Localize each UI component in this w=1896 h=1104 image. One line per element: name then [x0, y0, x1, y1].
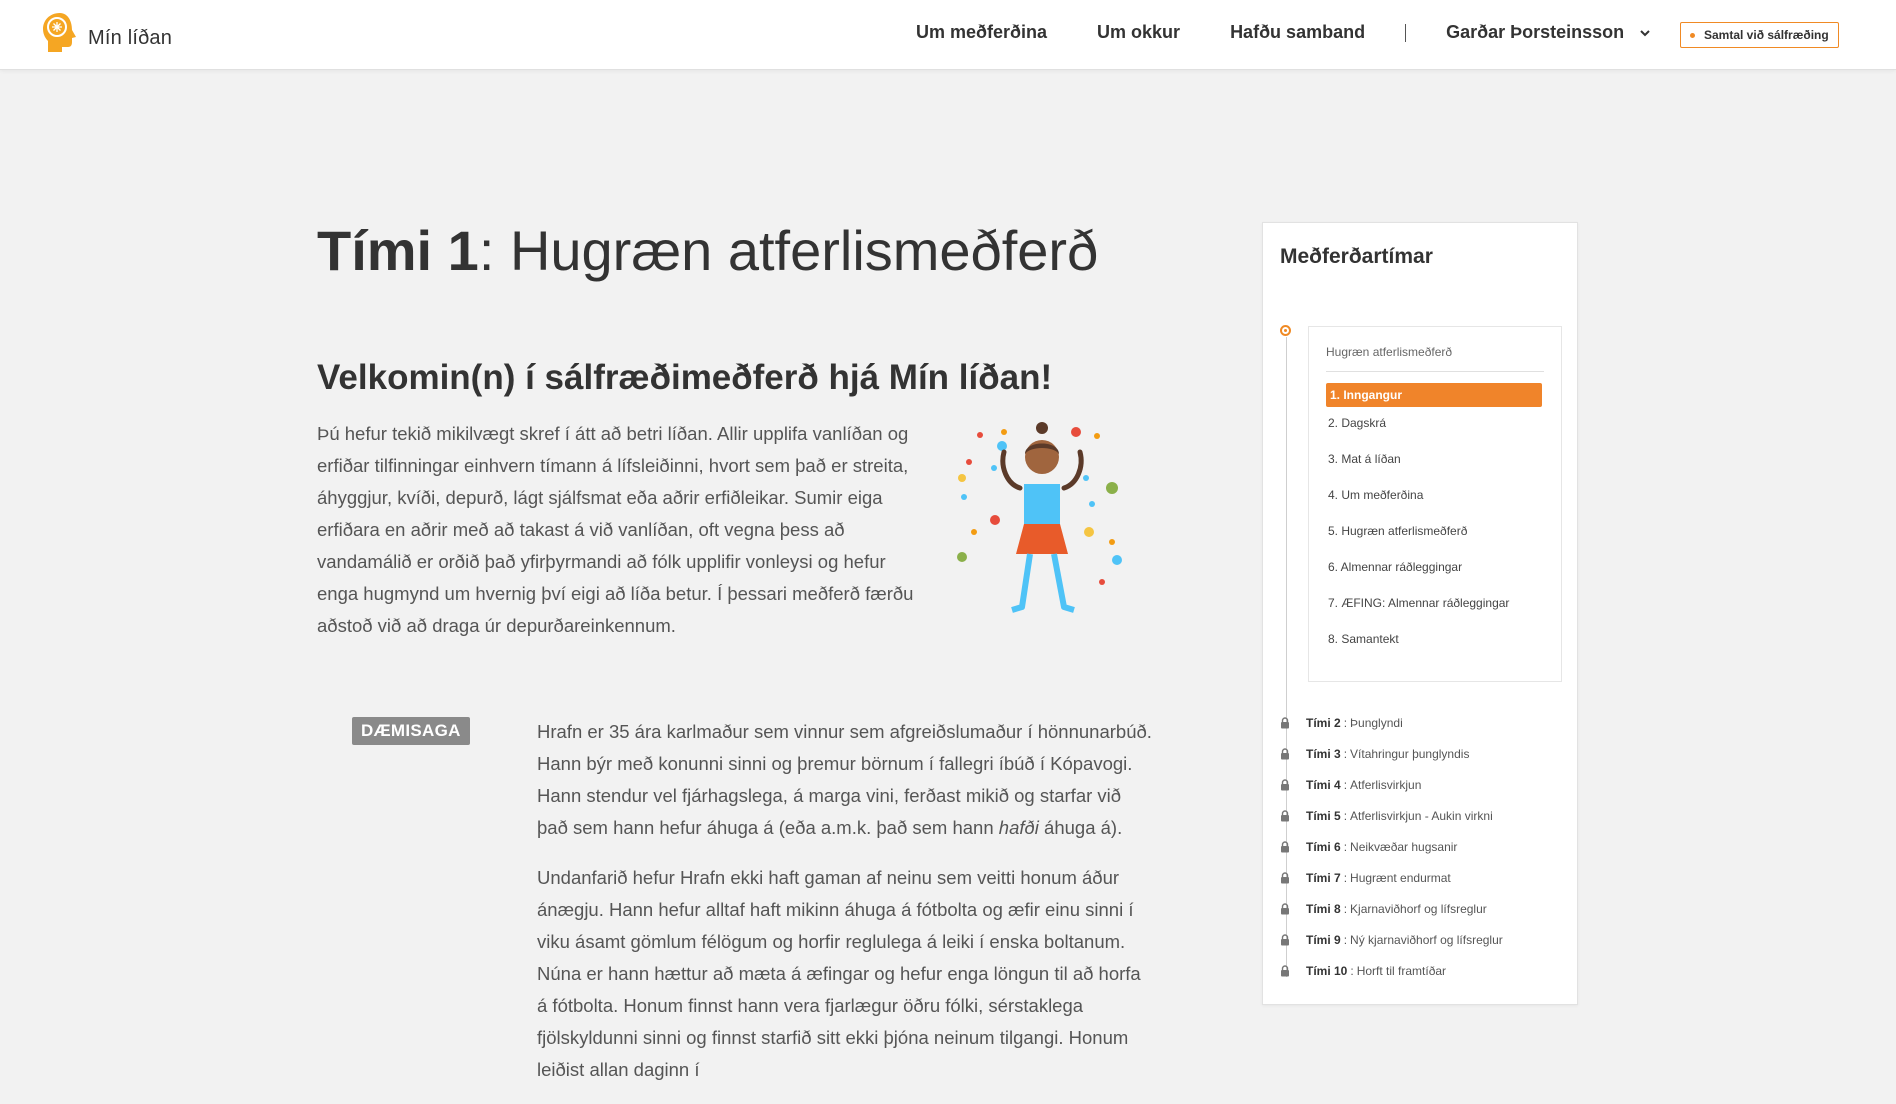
lesson-item[interactable]: 8. Samantekt [1326, 627, 1542, 651]
lock-icon [1281, 717, 1289, 729]
status-dot-icon [1690, 32, 1695, 38]
locked-session-name: Atferlisvirkjun - Aukin virkni [1350, 809, 1493, 823]
locked-session-separator: : [1343, 747, 1348, 761]
locked-session-name: Neikvæðar hugsanir [1350, 840, 1458, 854]
main-nav: Um meðferðina Um okkur Hafðu samband Gar… [916, 22, 1652, 43]
sessions-sidebar: Meðferðartímar Hugræn atferlismeðferð 1.… [1262, 222, 1578, 1005]
current-session-panel: Hugræn atferlismeðferð 1. Inngangur 2. D… [1308, 326, 1562, 682]
cta-label: Samtal við sálfræðing [1704, 28, 1829, 42]
example-story: Hrafn er 35 ára karlmaður sem vinnur sem… [537, 716, 1155, 1104]
lesson-item-active[interactable]: 1. Inngangur [1326, 383, 1542, 407]
lock-icon [1281, 841, 1289, 853]
intro-paragraph: Þú hefur tekið mikilvægt skref í átt að … [317, 423, 914, 636]
locked-session-item[interactable]: Tími 7: Hugrænt endurmat [1280, 869, 1570, 887]
locked-session-separator: : [1343, 902, 1348, 916]
user-name: Garðar Þorsteinsson [1446, 22, 1625, 42]
locked-session-separator: : [1343, 809, 1348, 823]
current-session-heading: Hugræn atferlismeðferð [1326, 345, 1453, 359]
locked-session-name: Ný kjarnaviðhorf og lífsreglur [1350, 933, 1503, 947]
locked-session-separator: : [1350, 964, 1354, 978]
session-title: : Hugræn atferlismeðferð [478, 219, 1099, 282]
sidebar-title: Meðferðartímar [1280, 245, 1433, 268]
locked-session-number: Tími 7 [1306, 871, 1341, 885]
welcome-heading: Velkomin(n) í sálfræðimeðferð hjá Mín lí… [317, 358, 1053, 397]
example-story-badge: DÆMISAGA [352, 717, 470, 745]
user-menu[interactable]: Garðar Þorsteinsson [1446, 22, 1652, 43]
locked-session-number: Tími 10 [1306, 964, 1348, 978]
top-navbar: Mín líðan Um meðferðina Um okkur Hafðu s… [0, 0, 1896, 70]
chevron-down-icon [1640, 29, 1650, 36]
lock-icon [1281, 872, 1289, 884]
story-paragraph-2: Undanfarið hefur Hrafn ekki haft gaman a… [537, 867, 1141, 1080]
locked-session-number: Tími 2 [1306, 716, 1341, 730]
current-session-dot-icon [1280, 325, 1291, 336]
locked-session-name: Horft til framtíðar [1356, 964, 1447, 978]
page-title: Tími 1: Hugræn atferlismeðferð [317, 220, 1157, 282]
lock-icon [1281, 779, 1289, 791]
locked-session-item[interactable]: Tími 4: Atferlisvirkjun [1280, 776, 1570, 794]
locked-session-number: Tími 3 [1306, 747, 1341, 761]
locked-session-number: Tími 5 [1306, 809, 1341, 823]
nav-contact[interactable]: Hafðu samband [1230, 22, 1365, 43]
lock-icon [1281, 903, 1289, 915]
nav-separator [1405, 23, 1407, 42]
lock-icon [1281, 934, 1289, 946]
lesson-item[interactable]: 6. Almennar ráðleggingar [1326, 555, 1542, 579]
locked-session-separator: : [1343, 778, 1348, 792]
locked-session-name: Vítahringur þunglyndis [1350, 747, 1470, 761]
locked-session-name: Kjarnaviðhorf og lífsreglur [1350, 902, 1487, 916]
story-paragraph-1: Hrafn er 35 ára karlmaður sem vinnur sem… [537, 721, 1152, 838]
logo-text: Mín líðan [88, 26, 173, 49]
locked-session-item[interactable]: Tími 9: Ný kjarnaviðhorf og lífsreglur [1280, 931, 1570, 949]
head-brain-logo-icon [43, 13, 76, 52]
locked-session-number: Tími 6 [1306, 840, 1341, 854]
main-content: Tími 1: Hugræn atferlismeðferð [317, 220, 1157, 282]
lesson-item[interactable]: 4. Um meðferðina [1326, 483, 1542, 507]
lock-icon [1281, 810, 1289, 822]
locked-session-name: Hugrænt endurmat [1350, 871, 1451, 885]
session-number: Tími 1 [317, 219, 479, 282]
locked-session-item[interactable]: Tími 8: Kjarnaviðhorf og lífsreglur [1280, 900, 1570, 918]
locked-session-separator: : [1343, 871, 1348, 885]
locked-session-separator: : [1343, 933, 1348, 947]
nav-about-us[interactable]: Um okkur [1097, 22, 1180, 43]
lesson-item[interactable]: 3. Mat á líðan [1326, 447, 1542, 471]
lesson-item[interactable]: 5. Hugræn atferlismeðferð [1326, 519, 1542, 543]
locked-session-number: Tími 8 [1306, 902, 1341, 916]
locked-session-item[interactable]: Tími 5: Atferlisvirkjun - Aukin virkni [1280, 807, 1570, 825]
locked-session-item[interactable]: Tími 3: Vítahringur þunglyndis [1280, 745, 1570, 763]
locked-session-name: Þunglyndi [1350, 716, 1403, 730]
lock-icon [1281, 748, 1289, 760]
locked-session-item[interactable]: Tími 2: Þunglyndi [1280, 714, 1570, 732]
divider [1326, 371, 1544, 372]
locked-session-item[interactable]: Tími 10: Horft til framtíðar [1280, 962, 1570, 980]
locked-session-item[interactable]: Tími 6: Neikvæðar hugsanir [1280, 838, 1570, 856]
locked-session-number: Tími 4 [1306, 778, 1341, 792]
locked-session-separator: : [1343, 840, 1348, 854]
lock-icon [1281, 965, 1289, 977]
nav-about-treatment[interactable]: Um meðferðina [916, 22, 1047, 43]
celebrating-person-illustration [957, 422, 1122, 613]
talk-to-psychologist-button[interactable]: Samtal við sálfræðing [1680, 22, 1839, 48]
locked-session-number: Tími 9 [1306, 933, 1341, 947]
lesson-item[interactable]: 7. ÆFING: Almennar ráðleggingar [1326, 591, 1542, 615]
logo[interactable]: Mín líðan [40, 10, 172, 56]
locked-session-name: Atferlisvirkjun [1350, 778, 1422, 792]
lesson-item[interactable]: 2. Dagskrá [1326, 411, 1542, 435]
locked-session-separator: : [1343, 716, 1348, 730]
